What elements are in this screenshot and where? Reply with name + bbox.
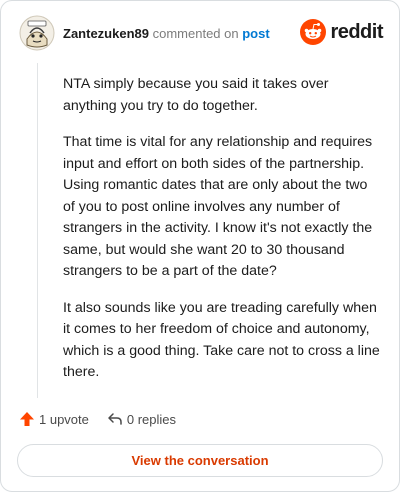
comment-paragraph: It also sounds like you are treading car… — [63, 299, 380, 381]
reddit-logo-icon — [300, 19, 327, 45]
upvote-arrow-icon — [20, 412, 34, 426]
embedded-comment-card: Zantezuken89 commented on post reddit NT… — [0, 0, 400, 492]
view-conversation-button[interactable]: View the conversation — [17, 444, 383, 477]
username[interactable]: Zantezuken89 — [63, 26, 149, 41]
reddit-wordmark: reddit — [330, 20, 383, 43]
comment-paragraph: NTA simply because you said it takes ove… — [63, 76, 329, 114]
thread-line — [37, 63, 38, 398]
avatar-image — [19, 15, 55, 51]
post-link[interactable]: post — [242, 26, 269, 41]
comment-actions: 1 upvote 0 replies — [19, 411, 194, 427]
user-avatar[interactable] — [19, 15, 55, 51]
upvote-count: 1 upvote — [39, 411, 89, 427]
upvote-button[interactable]: 1 upvote — [19, 411, 89, 427]
commented-on-text: commented on — [152, 26, 239, 41]
reddit-brand[interactable]: reddit — [300, 19, 383, 45]
comment-header: Zantezuken89 commented on post — [63, 26, 270, 42]
comment-paragraph: That time is vital for any relationship … — [63, 134, 373, 279]
replies-count: 0 replies — [126, 411, 177, 427]
reply-arrow-icon — [108, 413, 122, 425]
replies-button[interactable]: 0 replies — [107, 411, 176, 427]
comment-body: NTA simply because you said it takes ove… — [63, 74, 383, 399]
